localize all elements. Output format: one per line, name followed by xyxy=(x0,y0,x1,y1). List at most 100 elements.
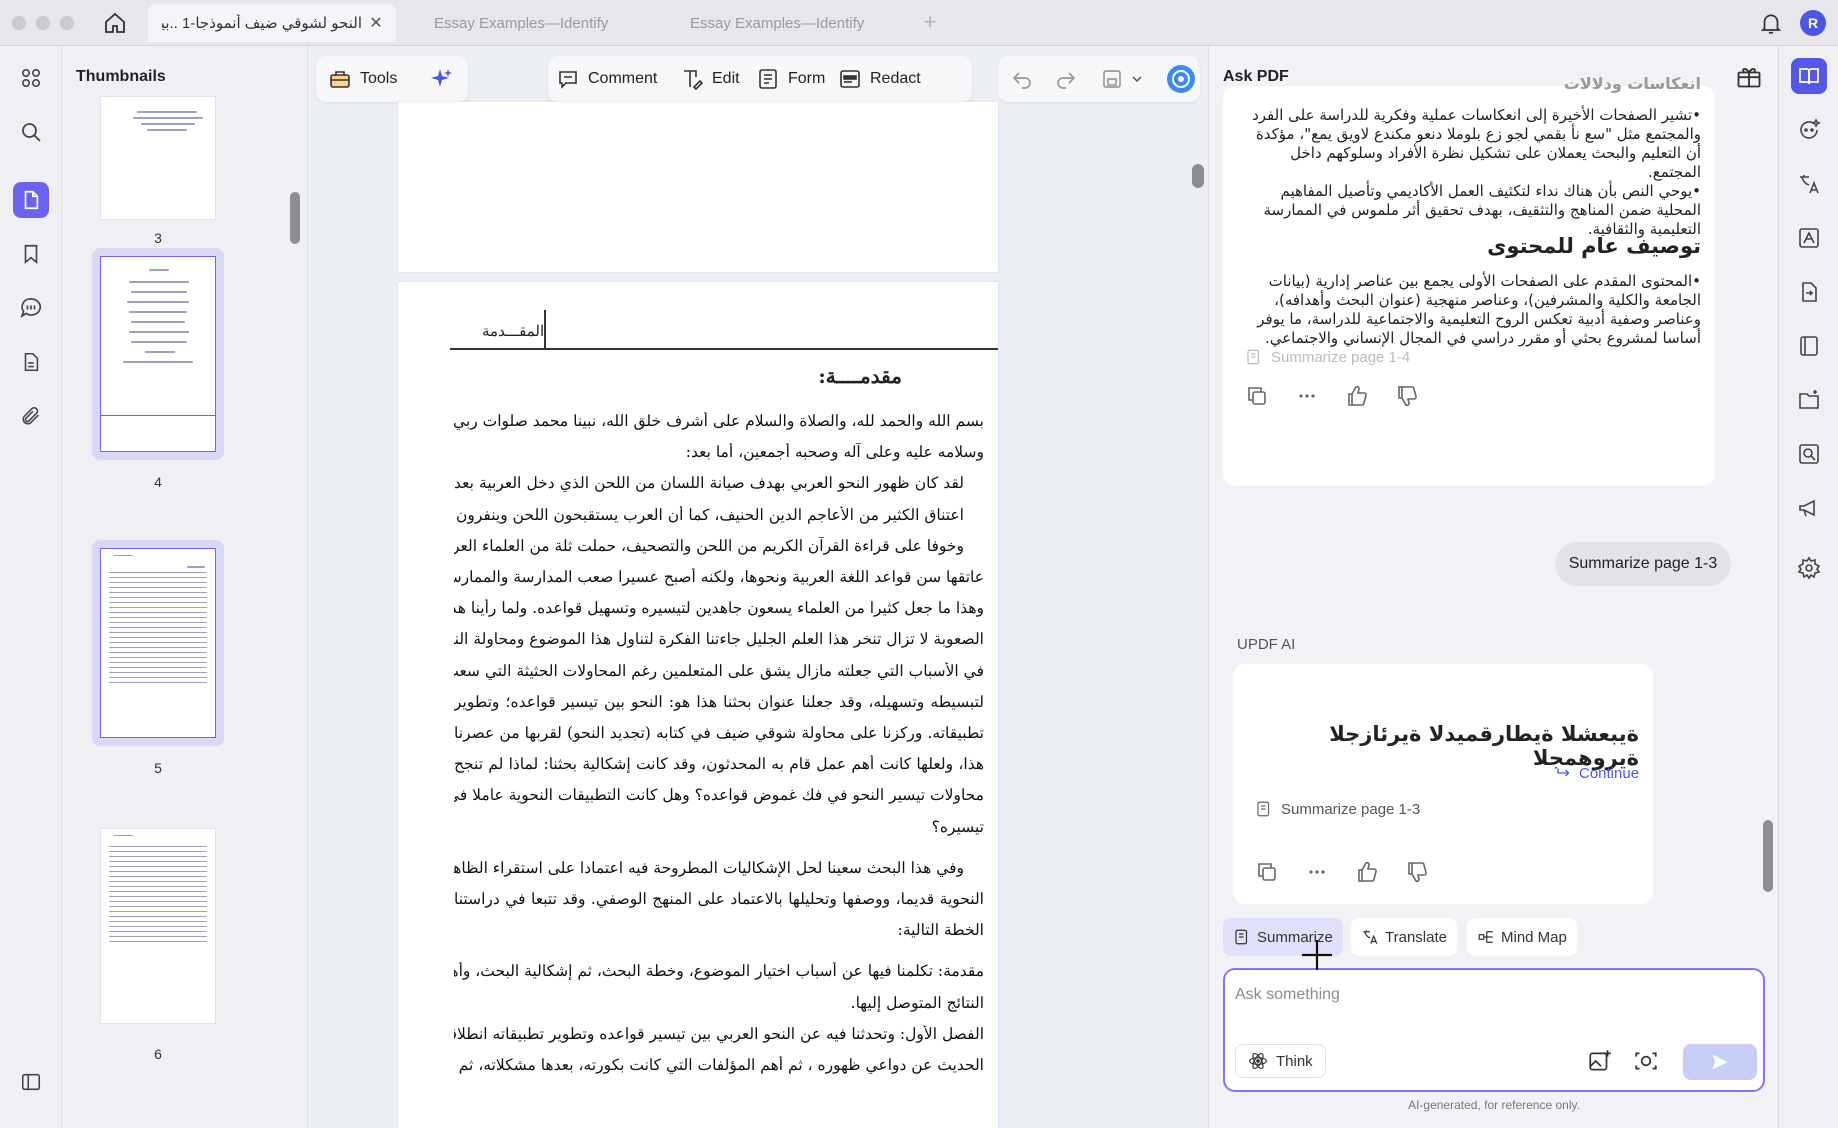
redo-icon xyxy=(1057,72,1076,89)
window-zoom-control[interactable] xyxy=(60,16,74,30)
ask-input[interactable] xyxy=(1235,980,1735,1010)
document-text-line: عاتقها سن قواعد اللغة العربية ونحوها، ول… xyxy=(454,568,984,586)
document-text-line: النتائج المتوصل إليها. xyxy=(850,994,984,1012)
thumbs-up-icon[interactable] xyxy=(1355,860,1379,884)
document-icon xyxy=(24,352,39,372)
think-toggle[interactable]: Think xyxy=(1235,1044,1326,1078)
more-icon[interactable] xyxy=(1305,860,1329,884)
thumbnail-image xyxy=(100,96,216,220)
document-text-line: الفصل الأول: وتحدثنا فيه عن النحو العربي… xyxy=(454,1025,984,1043)
copy-icon[interactable] xyxy=(1245,384,1269,408)
book-icon xyxy=(1800,336,1818,356)
document-text-line: النحوية قديما، ووصفها وتحليلها بالاعتماد… xyxy=(454,890,984,908)
translate-tool-button[interactable] xyxy=(1791,166,1827,202)
apps-button[interactable] xyxy=(13,60,49,96)
text-recognition-icon xyxy=(1799,228,1819,248)
thumbnail-page-3[interactable] xyxy=(92,96,224,220)
translate-chip-label: Translate xyxy=(1385,928,1447,946)
translate-chip[interactable]: Translate xyxy=(1351,918,1457,956)
document-text-line: تيسيره؟ xyxy=(931,818,984,836)
thumbnail-number: 6 xyxy=(154,1046,162,1062)
form-label: Form xyxy=(788,70,826,87)
thumbnails-panel: Thumbnails 3 4 5 6 xyxy=(62,46,308,1128)
page-header-label: المقـــدمة xyxy=(482,322,545,340)
ocr-button[interactable] xyxy=(1791,220,1827,256)
folder-add-icon xyxy=(1799,390,1819,409)
more-icon[interactable] xyxy=(1295,384,1319,408)
left-tool-rail xyxy=(0,46,62,1128)
redo-button[interactable] xyxy=(1046,56,1086,102)
grid-icon xyxy=(21,68,41,88)
window-close-control[interactable] xyxy=(12,16,26,30)
window-minimize-control[interactable] xyxy=(36,16,50,30)
tab-essay-examples-2[interactable]: Essay Examples—Identify xyxy=(676,4,898,42)
ai-chat-button[interactable] xyxy=(1791,112,1827,148)
convert-button[interactable] xyxy=(1791,274,1827,310)
comment-button[interactable]: Comment xyxy=(548,56,665,102)
document-text-line: مقدمة: تكلمنا فيها عن أسباب اختيار الموض… xyxy=(454,962,984,980)
attachments-button[interactable] xyxy=(13,398,49,434)
ai-assistant-button[interactable] xyxy=(1158,56,1204,102)
tab-label: النحو لشوقي ضيف أنموذجا-1 ..بين xyxy=(162,15,362,32)
summarize-icon xyxy=(1235,929,1248,945)
search-button[interactable] xyxy=(13,114,49,150)
thumbnails-scrollbar[interactable] xyxy=(290,192,300,244)
copy-icon[interactable] xyxy=(1255,860,1279,884)
redact-button[interactable]: Redact xyxy=(830,56,929,102)
user-avatar[interactable]: R xyxy=(1800,10,1826,36)
save-button[interactable] xyxy=(1092,56,1150,102)
gift-button[interactable] xyxy=(1735,62,1763,90)
sparkle-icon xyxy=(431,69,452,87)
redact-label: Redact xyxy=(870,70,921,87)
screenshot-button[interactable] xyxy=(1633,1048,1659,1074)
thumbs-down-icon[interactable] xyxy=(1405,860,1429,884)
thumbs-up-icon[interactable] xyxy=(1345,384,1369,408)
edit-button[interactable]: Edit xyxy=(672,56,748,102)
tab-essay-examples-1[interactable]: Essay Examples—Identify xyxy=(420,4,642,42)
thumbnail-page-5[interactable] xyxy=(92,540,224,746)
thumbnail-page-6[interactable] xyxy=(92,820,224,1032)
search-ai-button[interactable] xyxy=(1791,436,1827,472)
thumbnails-button[interactable] xyxy=(13,182,49,218)
ai-panel-scrollbar[interactable] xyxy=(1763,820,1773,892)
thumbnail-image xyxy=(100,548,216,738)
ask-box: Think xyxy=(1223,968,1765,1092)
tools-button[interactable]: Tools xyxy=(320,56,405,102)
mind-map-chip[interactable]: Mind Map xyxy=(1467,918,1577,956)
card-paragraph: •يوحي النص بأن هناك نداء لتكثيف العمل ال… xyxy=(1263,182,1701,238)
book-ai-icon xyxy=(1799,68,1819,85)
notifications-button[interactable] xyxy=(1758,10,1784,36)
form-button[interactable]: Form xyxy=(748,56,833,102)
organize-pages-button[interactable] xyxy=(1791,328,1827,364)
batch-button[interactable] xyxy=(1791,382,1827,418)
ask-pdf-button[interactable] xyxy=(1791,58,1827,94)
card-source[interactable]: Summarize page 1-4 xyxy=(1245,348,1410,366)
comment-icon xyxy=(559,71,577,89)
tab-close-button[interactable]: ✕ xyxy=(366,13,386,33)
mind-map-icon xyxy=(1478,931,1493,943)
settings-button[interactable] xyxy=(1791,550,1827,586)
bookmarks-button[interactable] xyxy=(13,236,49,272)
card-heading: ةيبعشلا ةيطارقميدلا ةيرئازجلا ةيروهمجلا xyxy=(1329,722,1639,770)
ai-sparkle-button[interactable] xyxy=(422,56,462,102)
pdf-page-previous xyxy=(398,102,998,272)
comments-panel-button[interactable] xyxy=(13,290,49,326)
new-tab-button[interactable]: + xyxy=(918,9,942,35)
tab-document-active[interactable]: النحو لشوقي ضيف أنموذجا-1 ..بين ✕ xyxy=(148,4,396,42)
thumbnail-page-4[interactable] xyxy=(92,248,224,460)
document-text-line: الحديث عن دواعي ظهوره ، ثم أهم المؤلفات … xyxy=(454,1056,984,1074)
present-button[interactable] xyxy=(1791,490,1827,526)
sidebar-toggle-button[interactable] xyxy=(13,1064,49,1100)
tab-label: Essay Examples—Identify xyxy=(434,14,609,32)
add-image-button[interactable] xyxy=(1587,1048,1613,1074)
send-button[interactable] xyxy=(1683,1044,1757,1080)
attachments-page-button[interactable] xyxy=(13,344,49,380)
thumbs-down-icon[interactable] xyxy=(1395,384,1419,408)
ai-response-card-2: ةيبعشلا ةيطارقميدلا ةيرئازجلا ةيروهمجلا … xyxy=(1233,664,1653,904)
card-source[interactable]: Summarize page 1-3 xyxy=(1255,800,1420,818)
document-scrollbar[interactable] xyxy=(1192,164,1204,188)
card-source-label: Summarize page 1-3 xyxy=(1281,800,1421,818)
undo-button[interactable] xyxy=(1002,56,1042,102)
home-button[interactable] xyxy=(100,10,130,36)
continue-button[interactable]: Continue xyxy=(1555,764,1639,782)
